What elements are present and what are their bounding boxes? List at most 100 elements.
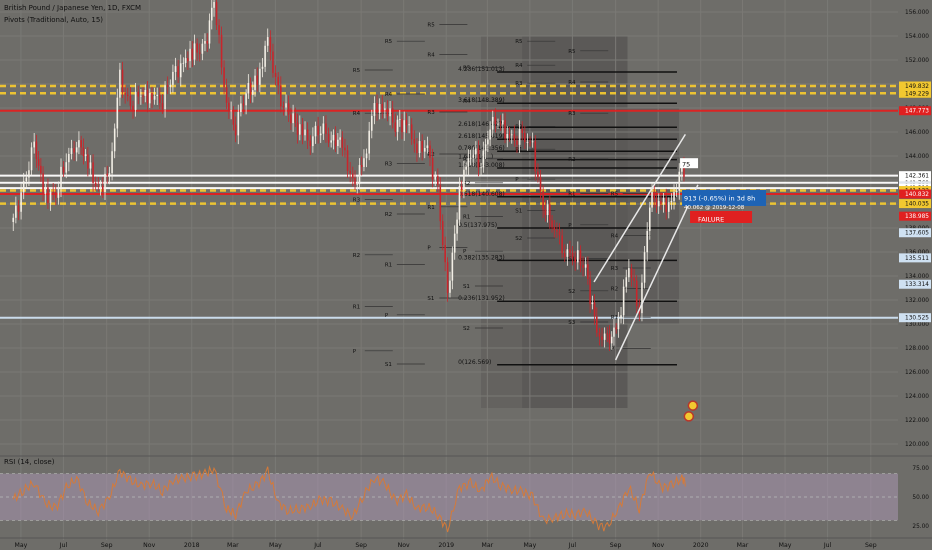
candle-body: [189, 48, 191, 62]
price-axis-tick: 124.000: [905, 394, 929, 400]
candle-body: [294, 113, 297, 123]
candle-body: [574, 257, 576, 263]
candle-body: [124, 92, 126, 95]
candle-body: [569, 249, 571, 253]
candle-body: [317, 125, 319, 136]
candle-body: [247, 83, 250, 94]
candle-body: [418, 141, 421, 154]
candle-body: [423, 148, 426, 152]
candle-body: [44, 187, 47, 194]
price-axis-tick: 134.000: [905, 274, 929, 280]
candle-body: [365, 153, 368, 159]
candle-body: [589, 278, 591, 305]
event-marker-icon: [687, 400, 699, 411]
candle-body: [363, 158, 365, 167]
chart-canvas[interactable]: 4.236(151.013)3.618(148.389)2.618(145.41…: [0, 0, 932, 550]
candle-body: [410, 124, 413, 140]
candle-body: [146, 89, 149, 104]
pivot-label: R2: [385, 212, 392, 218]
candle-body: [312, 136, 314, 147]
candle-body: [306, 129, 309, 141]
candle-body: [675, 190, 678, 193]
candle-body: [156, 94, 159, 97]
candle-body: [287, 103, 290, 115]
candle-body: [341, 137, 344, 148]
candle-body: [622, 286, 625, 316]
candle-body: [449, 280, 451, 293]
candle-body: [513, 134, 516, 141]
pivot-label: R3: [385, 162, 393, 168]
pivot-label: R2: [353, 253, 360, 259]
candle-body: [603, 333, 606, 340]
candle-body: [477, 148, 480, 168]
pivot-label: R4: [427, 52, 435, 58]
candle-body: [403, 120, 406, 133]
candle-body: [28, 170, 30, 178]
candle-body: [504, 120, 506, 139]
candle-body: [334, 134, 337, 147]
pivot-label: S2: [568, 289, 575, 295]
candle-body: [304, 129, 306, 136]
candle-body: [439, 184, 442, 222]
time-axis-tick: Jul: [568, 542, 577, 549]
candle-body: [660, 201, 662, 205]
candle-body: [458, 186, 461, 220]
candle-body: [75, 147, 78, 153]
candle-body: [84, 154, 87, 156]
candle-body: [368, 130, 370, 154]
candle-body: [290, 114, 292, 124]
candle-body: [518, 129, 521, 145]
time-axis-tick: Nov: [398, 542, 410, 549]
candle-body: [453, 233, 456, 253]
candle-body: [376, 103, 378, 113]
candle-body: [57, 188, 60, 198]
candle-body: [17, 205, 20, 212]
candle-body: [327, 133, 330, 143]
candle-body: [337, 139, 339, 147]
price-axis-tick: 122.000: [905, 418, 929, 424]
candle-body: [561, 235, 563, 254]
candle-body: [87, 154, 89, 169]
candle-body: [497, 123, 499, 125]
candle-body: [494, 116, 497, 124]
candle-body: [97, 185, 100, 187]
candle-body: [94, 182, 97, 186]
candle-body: [249, 83, 252, 95]
candle-body: [571, 252, 574, 258]
candle-body: [35, 141, 38, 159]
candle-body: [531, 141, 534, 143]
pivot-label: R1: [385, 262, 392, 268]
pivot-label: S2: [515, 236, 522, 242]
candle-body: [339, 137, 341, 140]
candle-body: [551, 220, 553, 228]
candle-body: [332, 134, 335, 141]
candle-body: [606, 333, 609, 335]
candle-body: [204, 41, 206, 44]
time-axis-tick: May: [523, 542, 536, 549]
price-tag-label: 75: [682, 161, 690, 169]
candle-body: [653, 192, 656, 199]
candle-body: [549, 204, 551, 221]
candle-body: [33, 141, 35, 148]
candle-body: [282, 106, 285, 108]
candle-body: [47, 187, 49, 203]
candle-body: [78, 140, 80, 148]
candle-body: [596, 316, 598, 333]
candle-body: [134, 91, 137, 110]
candle-body: [40, 165, 42, 174]
candle-body: [113, 128, 116, 152]
candle-body: [232, 110, 235, 125]
candle-body: [670, 200, 673, 203]
candle-body: [460, 186, 463, 191]
candle-body: [463, 169, 465, 191]
candle-body: [230, 110, 232, 112]
pivot-label: R2: [611, 286, 618, 292]
pivot-label: R4: [515, 63, 523, 69]
candle-body: [215, 1, 218, 26]
candle-body: [285, 103, 287, 108]
candle-body: [191, 48, 194, 60]
pivots-indicator-label: Pivots (Traditional, Auto, 15): [4, 16, 104, 24]
candle-body: [434, 176, 437, 180]
candle-body: [344, 147, 346, 151]
time-axis-tick: 2019: [438, 542, 454, 549]
